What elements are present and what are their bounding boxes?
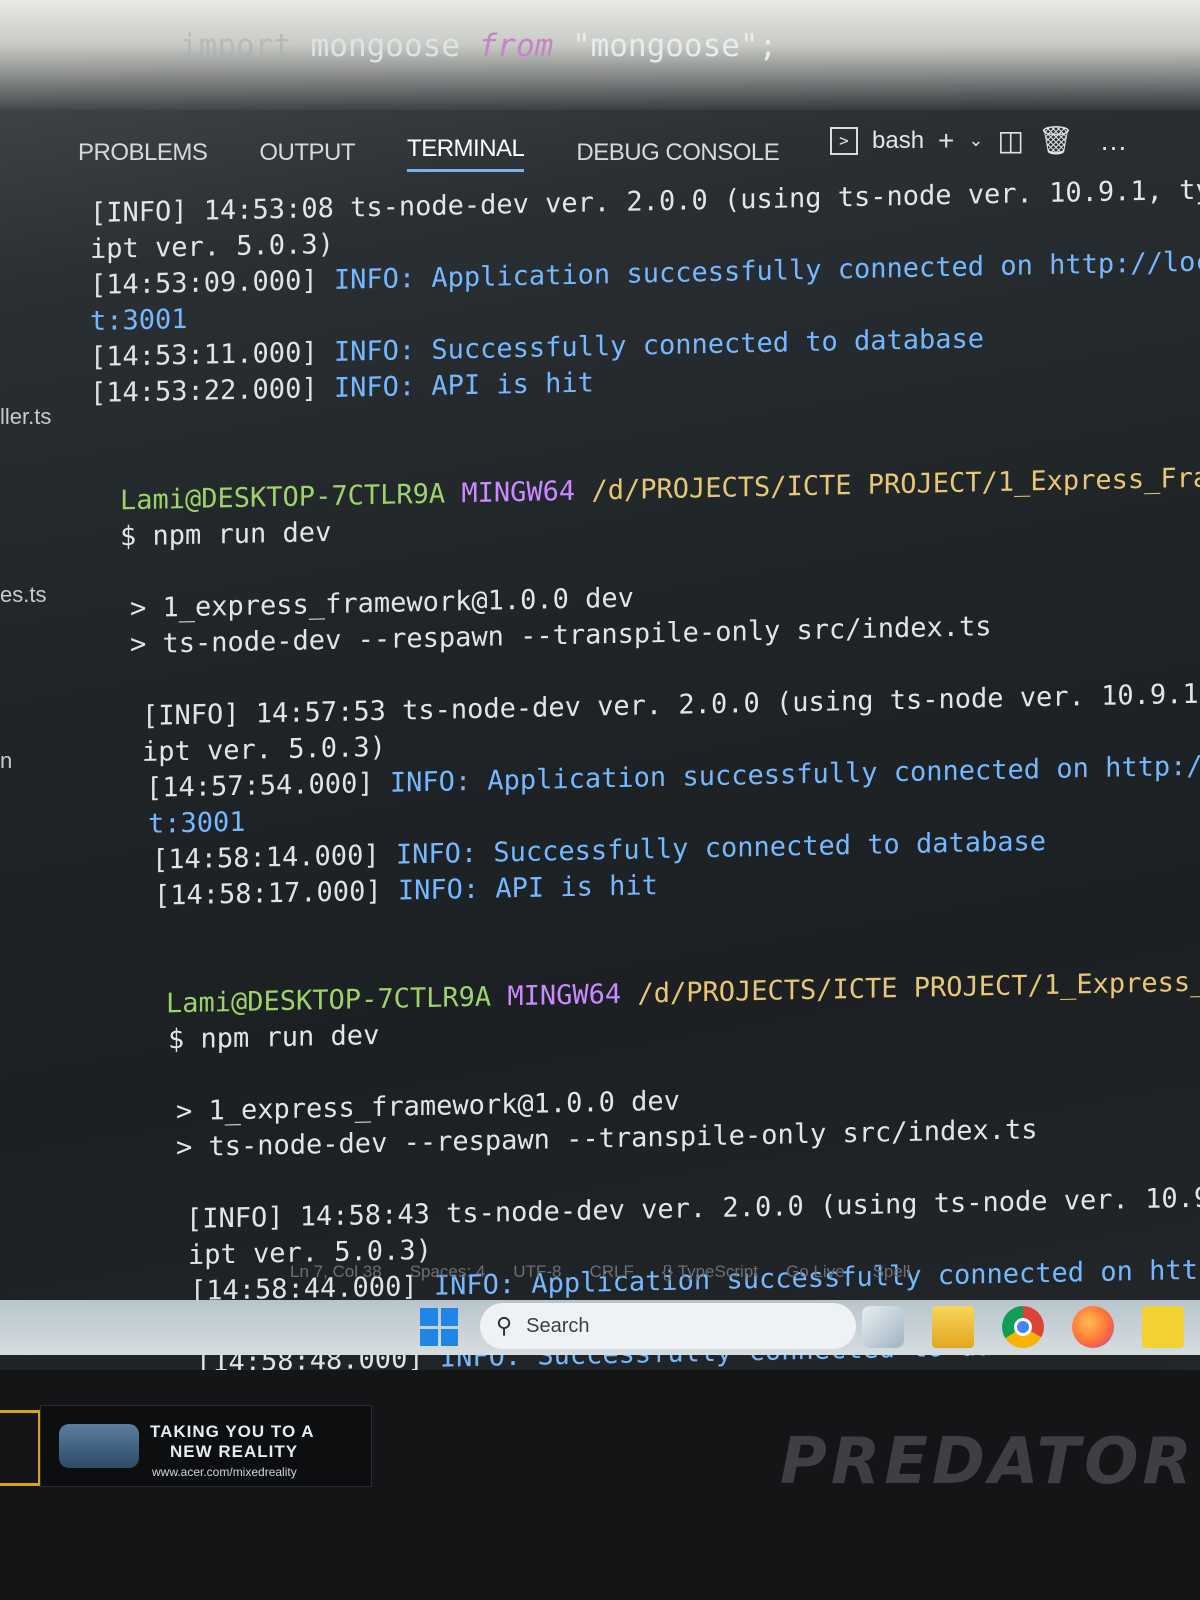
taskbar-search[interactable]: ⚲ Search: [480, 1303, 856, 1349]
search-placeholder: Search: [526, 1314, 590, 1337]
chrome-icon[interactable]: [1002, 1306, 1044, 1348]
explorer-sidebar: ller.ts es.ts n: [0, 110, 70, 1310]
log-timestamp: [14:53:11.000]: [90, 336, 334, 373]
terminal-icon: >: [830, 126, 858, 155]
status-encoding[interactable]: UTF-8: [513, 1262, 561, 1282]
prompt-shell: MINGW64: [461, 475, 576, 510]
more-icon[interactable]: …: [1100, 125, 1128, 157]
plus-icon[interactable]: +: [938, 125, 954, 157]
windows-start-icon[interactable]: [420, 1308, 458, 1346]
prompt-shell: MINGW64: [507, 978, 622, 1013]
trash-icon[interactable]: 🗑: [1038, 124, 1074, 157]
sticker-headline-2: NEW REALITY: [170, 1442, 299, 1461]
status-cursor-position[interactable]: Ln 7, Col 38: [290, 1262, 382, 1282]
tab-problems[interactable]: PROBLEMS: [78, 139, 208, 167]
prompt-user: Lami@DESKTOP-7CTLR9A: [166, 981, 492, 1020]
status-indentation[interactable]: Spaces: 4: [410, 1262, 486, 1282]
code-string: "mongoose";: [553, 28, 778, 64]
code-keyword-import: import: [180, 28, 292, 64]
firefox-icon[interactable]: [1072, 1306, 1114, 1348]
code-keyword-from: from: [478, 28, 554, 64]
task-view-icon[interactable]: [862, 1306, 904, 1348]
log-message: INFO: API is hit: [397, 870, 658, 907]
panel-tabs: PROBLEMS OUTPUT TERMINAL DEBUG CONSOLE: [78, 128, 831, 178]
code-identifier: mongoose: [291, 28, 479, 64]
brand-logo: PREDATOR: [780, 1425, 1196, 1499]
log-message: INFO: API is hit: [333, 367, 594, 404]
sticker-url: www.acer.com/mixedreality: [152, 1465, 297, 1479]
explorer-file-routes[interactable]: es.ts: [0, 582, 46, 608]
chevron-down-icon[interactable]: ⌄: [968, 130, 983, 151]
explorer-file-other[interactable]: n: [0, 748, 12, 774]
bezel-sticker-edge: [0, 1410, 41, 1486]
log-timestamp: [14:58:17.000]: [154, 875, 398, 912]
sticky-notes-icon[interactable]: [1142, 1306, 1184, 1348]
tab-output[interactable]: OUTPUT: [259, 139, 355, 167]
search-icon: ⚲: [496, 1313, 513, 1338]
log-timestamp: [14:53:09.000]: [90, 264, 334, 301]
split-icon[interactable]: ◫: [998, 124, 1024, 157]
terminal-actions: > bash + ⌄ ◫ 🗑 …: [830, 124, 1128, 157]
file-explorer-icon[interactable]: [932, 1306, 974, 1348]
shell-selector[interactable]: bash: [872, 127, 924, 155]
vr-headset-icon: [59, 1424, 139, 1468]
status-eol[interactable]: CRLF: [589, 1262, 633, 1282]
status-language[interactable]: {} TypeScript: [662, 1262, 758, 1282]
sticker-headline: TAKING YOU TO A: [150, 1422, 315, 1441]
log-timestamp: [14:57:54.000]: [146, 767, 390, 804]
editor-code-line[interactable]: import mongoose from "mongoose";: [180, 28, 777, 64]
tab-debug-console[interactable]: DEBUG CONSOLE: [576, 139, 779, 167]
terminal-output[interactable]: [INFO] 14:53:08 ts-node-dev ver. 2.0.0 (…: [90, 173, 1200, 1395]
tab-terminal[interactable]: TERMINAL: [407, 135, 525, 172]
log-timestamp: [14:53:22.000]: [90, 372, 334, 409]
prompt-user: Lami@DESKTOP-7CTLR9A: [120, 478, 446, 517]
log-timestamp: [14:58:14.000]: [152, 839, 396, 876]
status-spell[interactable]: Spell: [873, 1262, 911, 1282]
status-go-live[interactable]: Go Live: [786, 1262, 845, 1282]
status-bar: Ln 7, Col 38 Spaces: 4 UTF-8 CRLF {} Typ…: [290, 1262, 1090, 1282]
explorer-file-controller[interactable]: ller.ts: [0, 404, 51, 430]
monitor-screen: import mongoose from "mongoose"; ller.ts…: [0, 0, 1200, 1395]
